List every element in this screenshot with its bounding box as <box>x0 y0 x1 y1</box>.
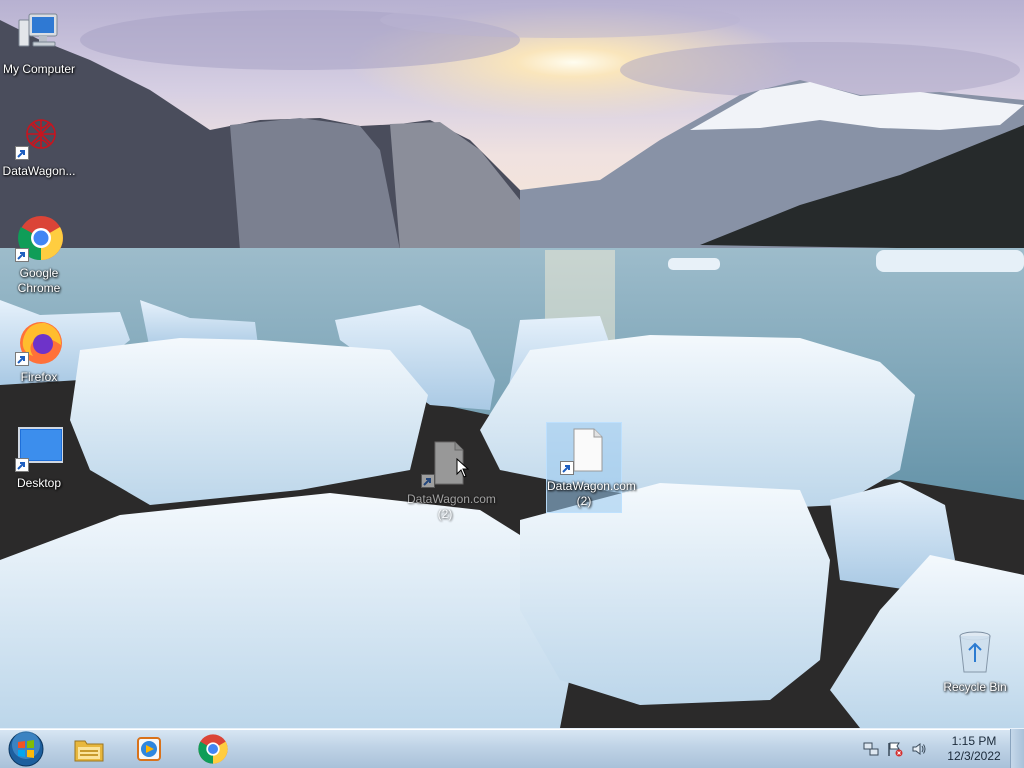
chrome-icon <box>198 734 228 764</box>
taskbar: 1:15 PM 12/3/2022 <box>0 728 1024 768</box>
desktop-icon-desktop[interactable]: Desktop <box>1 424 77 491</box>
datawagon-icon <box>15 112 63 160</box>
system-tray: 1:15 PM 12/3/2022 <box>856 729 1006 768</box>
desktop-icon-datawagon-file-drag-ghost: DataWagon.com (2) <box>407 440 496 522</box>
desktop-icon-label: My Computer <box>2 62 76 76</box>
start-orb-icon <box>8 731 44 767</box>
desktop-icon-recycle-bin[interactable]: Recycle Bin <box>937 628 1013 695</box>
shortcut-arrow-icon <box>15 146 29 160</box>
shortcut-arrow-icon <box>15 458 29 472</box>
clock-date: 12/3/2022 <box>947 749 1001 763</box>
firefox-icon <box>15 318 63 366</box>
shortcut-arrow-icon <box>421 474 435 488</box>
computer-icon <box>15 10 63 58</box>
desktop-icon-datawagon[interactable]: DataWagon... <box>1 112 77 179</box>
mouse-cursor-icon <box>456 457 470 483</box>
taskbar-clock[interactable]: 1:15 PM 12/3/2022 <box>942 734 1006 764</box>
start-button[interactable] <box>6 731 46 767</box>
shortcut-arrow-icon <box>15 248 29 262</box>
desktop-icon-my-computer[interactable]: My Computer <box>1 10 77 77</box>
desktop-icon-label: Recycle Bin <box>943 680 1007 694</box>
volume-icon[interactable] <box>910 740 928 758</box>
recycle-bin-icon <box>951 628 999 676</box>
action-center-flag-icon[interactable] <box>886 740 904 758</box>
desktop-icon-firefox[interactable]: Firefox <box>1 318 77 385</box>
shortcut-arrow-icon <box>15 352 29 366</box>
desktop-icon-label: Google Chrome <box>17 266 61 295</box>
desktop-icon-label: DataWagon... <box>2 164 76 178</box>
file-icon <box>560 427 608 475</box>
desktop-icon-label: Desktop <box>16 476 62 490</box>
chrome-icon <box>15 214 63 262</box>
desktop-wallpaper <box>0 0 1024 728</box>
show-desktop-button[interactable] <box>1010 729 1024 768</box>
clock-time: 1:15 PM <box>951 734 997 748</box>
desktop-icon-google-chrome[interactable]: Google Chrome <box>1 214 77 296</box>
folder-icon <box>74 740 104 762</box>
shortcut-arrow-icon <box>560 461 574 475</box>
network-icon[interactable] <box>862 740 880 758</box>
media-player-icon <box>137 737 161 761</box>
taskbar-chrome-button[interactable] <box>185 731 241 767</box>
desktop-icon-label: DataWagon.com (2) <box>547 479 636 508</box>
taskbar-media-player-button[interactable] <box>121 731 177 767</box>
desktop-icon-datawagon-file[interactable]: DataWagon.com (2) <box>546 422 636 513</box>
desktop-icon-label: Firefox <box>20 370 58 384</box>
desktop-shortcut-icon <box>15 424 64 472</box>
taskbar-windows-explorer-button[interactable] <box>61 731 117 767</box>
desktop-icon-label: DataWagon.com (2) <box>407 492 496 521</box>
